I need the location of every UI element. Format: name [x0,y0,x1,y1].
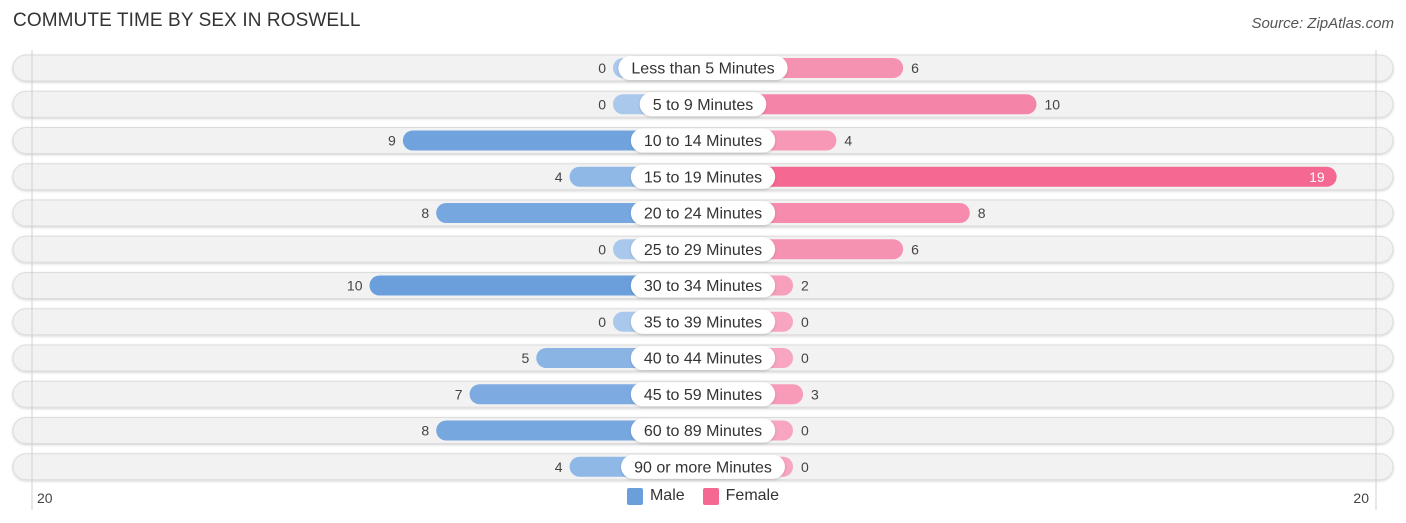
legend-swatch-male [626,487,643,505]
category-label-text: 15 to 19 Minutes [644,169,762,186]
bar-female[interactable] [703,166,1337,187]
value-label-male: 8 [421,423,429,439]
value-label-male: 4 [555,459,563,475]
chart-plot: 0 6 Less than 5 Minutes 0 10 5 to 9 Minutes 9 4… [12,50,1394,510]
category-label: 15 to 19 Minutes [630,164,776,189]
category-label: 35 to 39 Minutes [630,309,776,334]
category-label: 45 to 59 Minutes [630,382,776,407]
category-label-text: 5 to 9 Minutes [653,97,754,114]
legend-item-male[interactable]: Male [626,487,685,505]
value-label-male: 0 [598,314,606,330]
value-label-female: 19 [1309,169,1325,185]
category-label-text: 30 to 34 Minutes [644,278,762,295]
value-label-female: 6 [911,241,919,257]
legend-label-male: Male [649,487,685,504]
value-label-female: 10 [1045,96,1061,112]
value-label-male: 0 [598,96,606,112]
legend-item-female[interactable]: Female [702,487,780,505]
value-label-male: 7 [455,386,463,402]
category-label-text: 90 or more Minutes [634,459,772,476]
category-label: 60 to 89 Minutes [630,418,776,443]
category-label: 25 to 29 Minutes [630,237,776,262]
category-label: 10 to 14 Minutes [630,128,776,153]
value-label-male: 0 [598,60,606,76]
value-label-female: 2 [801,278,809,294]
value-label-male: 5 [521,350,529,366]
category-label-text: 10 to 14 Minutes [644,133,762,150]
value-label-male: 9 [388,133,396,149]
category-label-text: 35 to 39 Minutes [644,314,762,331]
category-label-text: 20 to 24 Minutes [644,206,762,223]
category-label-text: 25 to 29 Minutes [644,242,762,259]
category-label-text: 45 to 59 Minutes [644,387,762,404]
category-label-text: 40 to 44 Minutes [644,351,762,368]
value-label-female: 6 [911,60,919,76]
value-label-male: 10 [347,278,363,294]
value-label-female: 4 [844,133,852,149]
value-label-female: 3 [811,386,819,402]
value-label-male: 4 [555,169,563,185]
category-label-text: 60 to 89 Minutes [644,423,762,440]
value-label-female: 0 [801,314,809,330]
value-label-female: 0 [801,459,809,475]
legend-swatch-female [702,487,719,505]
category-label: 30 to 34 Minutes [630,273,776,298]
category-label: 40 to 44 Minutes [630,346,776,370]
category-label: Less than 5 Minutes [618,56,788,80]
category-label: 5 to 9 Minutes [639,92,767,117]
value-label-male: 8 [421,205,429,221]
category-label: 20 to 24 Minutes [630,201,776,225]
legend-label-female: Female [725,487,780,504]
legend: Male Female [0,487,1406,505]
category-label: 90 or more Minutes [621,454,785,479]
value-label-female: 0 [801,350,809,366]
category-label-text: Less than 5 Minutes [631,61,774,78]
value-label-male: 0 [598,241,606,257]
value-label-female: 8 [978,205,986,221]
value-label-female: 0 [801,423,809,439]
